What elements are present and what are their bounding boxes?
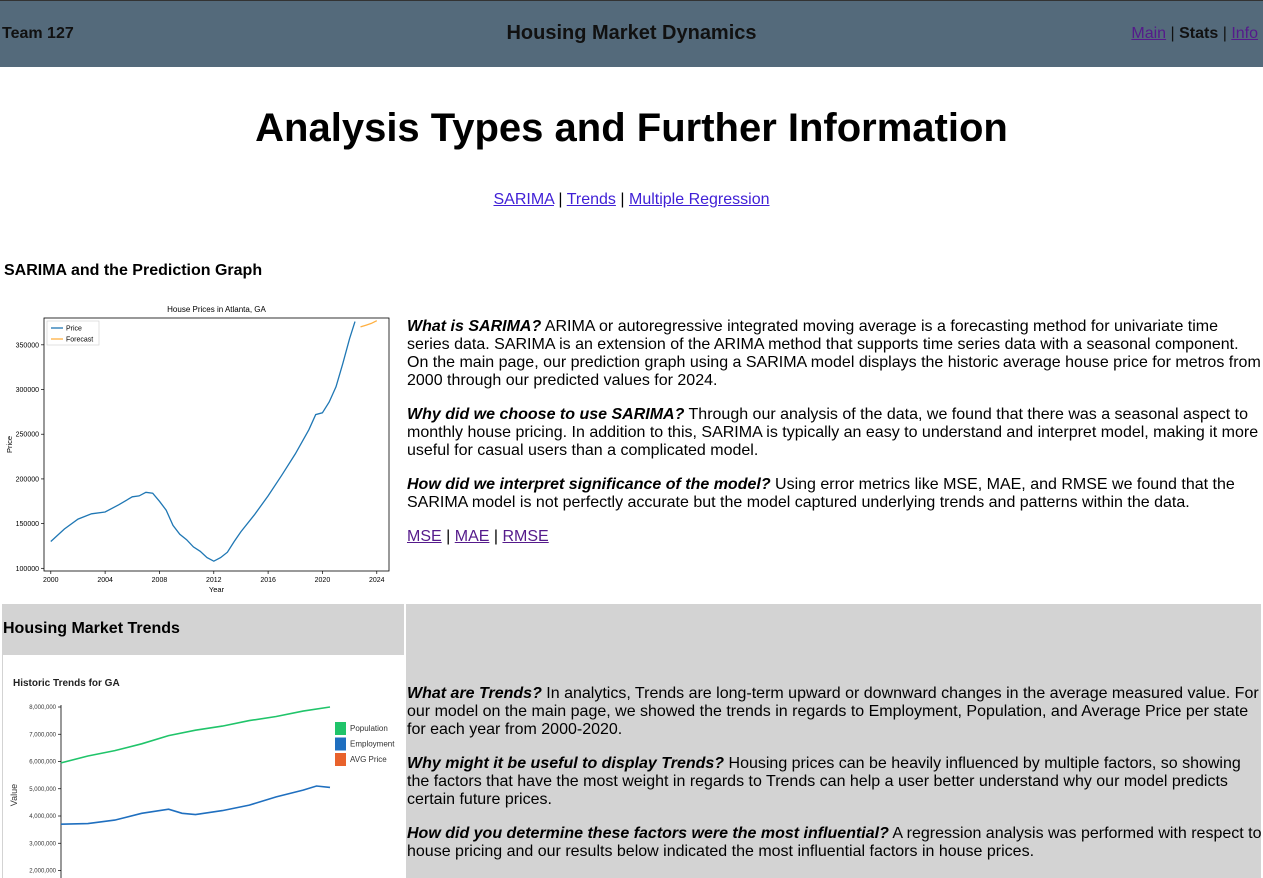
app-title: Housing Market Dynamics: [506, 22, 757, 44]
series-line-forecast: [360, 320, 378, 328]
legend-label: Price: [66, 326, 82, 333]
y-tick-label: 350000: [16, 342, 39, 349]
x-tick-label: 2024: [369, 577, 385, 584]
question-label: Why did we choose to use SARIMA?: [407, 406, 685, 423]
sarima-prediction-chart: House Prices in Atlanta, GA 2000 2004 2008 2…: [5, 305, 390, 594]
y-tick-label: 250000: [16, 432, 39, 439]
legend-label: Population: [350, 724, 388, 733]
trends-paragraph-how: How did you determine these factors were…: [407, 825, 1263, 861]
legend-label: Employment: [350, 740, 395, 749]
series-line-employment: [60, 785, 331, 825]
sarima-paragraph-why: Why did we choose to use SARIMA? Through…: [407, 406, 1263, 460]
plot-frame: [43, 317, 390, 572]
top-nav-bar: Team 127 Housing Market Dynamics Main | …: [0, 0, 1263, 67]
error-metric-links: MSE | MAE | RMSE: [407, 528, 1263, 546]
metric-link-rmse[interactable]: RMSE: [502, 528, 548, 545]
section-link-multiple-regression[interactable]: Multiple Regression: [629, 191, 770, 208]
nav-separator: |: [1170, 25, 1175, 42]
sarima-paragraph-how: How did we interpret significance of the…: [407, 476, 1263, 512]
series-line-population: [60, 706, 331, 764]
x-tick-label: 2008: [152, 577, 168, 584]
section-link-sarima[interactable]: SARIMA: [493, 191, 553, 208]
section-nav: SARIMA | Trends | Multiple Regression: [0, 191, 1263, 209]
y-tick-label: 6,000,000: [29, 760, 56, 766]
nav-current-stats: Stats: [1179, 25, 1219, 42]
metric-separator: |: [446, 528, 451, 545]
y-tick-label: 7,000,000: [29, 732, 56, 738]
legend-swatch: [335, 737, 346, 751]
series-line-price: [50, 321, 356, 562]
question-label: Why might it be useful to display Trends…: [407, 755, 725, 772]
y-tick-label: 5,000,000: [29, 787, 56, 793]
sarima-heading: SARIMA and the Prediction Graph: [4, 262, 263, 279]
question-label: What is SARIMA?: [407, 318, 542, 335]
page-title: Analysis Types and Further Information: [255, 106, 1008, 150]
y-axis-label: Value: [9, 784, 19, 806]
metric-separator: |: [493, 528, 499, 545]
y-tick-label: 8,000,000: [29, 705, 56, 711]
trends-paragraph-what: What are Trends? In analytics, Trends ar…: [407, 685, 1263, 739]
y-tick-label: 3,000,000: [29, 841, 56, 847]
question-label: What are Trends?: [407, 685, 542, 702]
sarima-paragraph-what: What is SARIMA? ARIMA or autoregressive …: [407, 318, 1263, 390]
y-tick-label: 2,000,000: [29, 869, 56, 875]
x-axis-label: Year: [209, 585, 225, 594]
y-axis-label: Price: [5, 436, 14, 453]
legend-label: AVG Price: [350, 755, 387, 764]
x-tick-label: 2020: [315, 577, 331, 584]
x-tick-label: 2016: [260, 577, 276, 584]
chart-title: Historic Trends for GA: [13, 678, 120, 689]
section-link-trends[interactable]: Trends: [567, 191, 616, 208]
x-tick-label: 2004: [97, 577, 113, 584]
historic-trends-chart: Historic Trends for GA1,000,0002,000,000…: [3, 655, 404, 878]
question-label: How did you determine these factors were…: [407, 825, 889, 842]
x-tick-label: 2012: [206, 577, 222, 584]
metric-link-mae[interactable]: MAE: [455, 528, 490, 545]
main-nav: Main | Stats | Info: [1131, 25, 1258, 43]
y-tick-label: 4,000,000: [29, 814, 56, 820]
section-nav-separator: |: [620, 191, 625, 208]
y-tick-label: 150000: [16, 521, 39, 528]
nav-link-info[interactable]: Info: [1231, 25, 1258, 42]
y-tick-label: 200000: [16, 476, 39, 483]
y-tick-label: 100000: [16, 566, 39, 573]
trends-heading: Housing Market Trends: [3, 620, 180, 637]
nav-link-main[interactable]: Main: [1131, 25, 1166, 42]
section-nav-separator: |: [558, 191, 563, 208]
legend-label: Forecast: [66, 337, 93, 344]
legend-swatch: [335, 753, 346, 766]
sarima-text: What is SARIMA? ARIMA or autoregressive …: [407, 318, 1263, 562]
metric-link-mse[interactable]: MSE: [407, 528, 442, 545]
trends-paragraph-why: Why might it be useful to display Trends…: [407, 755, 1263, 809]
question-label: How did we interpret significance of the…: [407, 476, 771, 493]
nav-separator: |: [1222, 25, 1227, 42]
x-tick-label: 2000: [43, 577, 59, 584]
y-tick-label: 300000: [16, 387, 39, 394]
trends-text: What are Trends? In analytics, Trends ar…: [407, 685, 1263, 877]
chart-title: House Prices in Atlanta, GA: [167, 305, 266, 314]
legend-swatch: [335, 722, 346, 735]
